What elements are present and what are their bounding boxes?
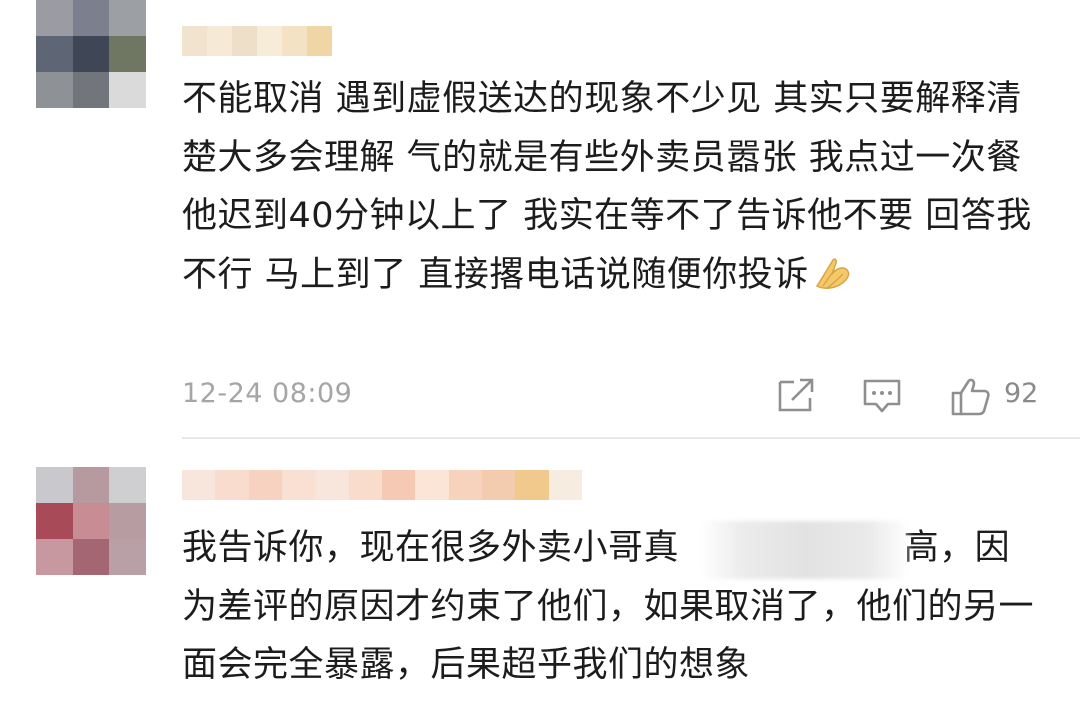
avatar-pixel [109,539,146,575]
username-blurred[interactable] [182,470,582,500]
avatar-pixel [36,72,73,108]
comment-body: 不能取消 遇到虚假送达的现象不少见 其实只要解释清楚大多会理解 气的就是有些外卖… [182,79,1034,295]
folded-hands-emoji [813,252,853,289]
username-pixel [381,470,416,500]
comment-meta-row: 12-24 08:09 92 [182,372,1042,416]
like-button[interactable]: 92 [950,376,1046,416]
username-blurred[interactable] [182,26,332,56]
comment-text: 不能取消 遇到虚假送达的现象不少见 其实只要解释清楚大多会理解 气的就是有些外卖… [182,70,1042,304]
divider [182,437,1080,439]
avatar-pixel [72,36,110,72]
comment-icon[interactable] [862,376,902,414]
thumbs-up-icon [950,376,990,420]
avatar-pixel [36,539,73,575]
username-pixel [232,26,257,56]
username-pixel [257,26,282,56]
username-pixel [481,470,516,500]
username-pixel [548,470,582,500]
username-pixel [248,470,282,500]
username-pixel [182,26,207,56]
avatar-pixel [72,467,110,503]
avatar-pixel [72,503,110,539]
username-pixel [515,470,549,500]
username-pixel [282,26,307,56]
avatar-pixel [36,36,73,72]
avatar-pixel [109,0,146,36]
username-pixel [415,470,449,500]
avatar-pixel [72,0,110,36]
timestamp: 12-24 08:09 [182,378,353,409]
avatar-pixel [36,0,73,36]
username-pixel [281,470,316,500]
username-pixel [307,26,332,56]
avatar-pixel [109,36,146,72]
username-pixel [215,470,249,500]
username-pixel [182,470,216,500]
avatar-pixel [109,467,146,503]
username-pixel [448,470,482,500]
username-pixel [315,470,349,500]
avatar-pixel [72,539,110,575]
avatar-pixel [36,467,73,503]
avatar-pixel [72,72,110,108]
like-count: 92 [1004,378,1039,409]
avatar-pixel [109,72,146,108]
username-pixel [348,470,382,500]
comment-text: 我告诉你，现在很多外卖小哥真 高，因为差评的原因才约束了他们，如果取消了，他们的… [182,519,1042,695]
avatar[interactable] [36,467,146,575]
username-pixel [207,26,232,56]
avatar[interactable] [36,0,146,108]
redaction-blur [700,521,910,579]
share-icon[interactable] [776,376,816,414]
avatar-pixel [36,503,73,539]
avatar-pixel [109,503,146,539]
